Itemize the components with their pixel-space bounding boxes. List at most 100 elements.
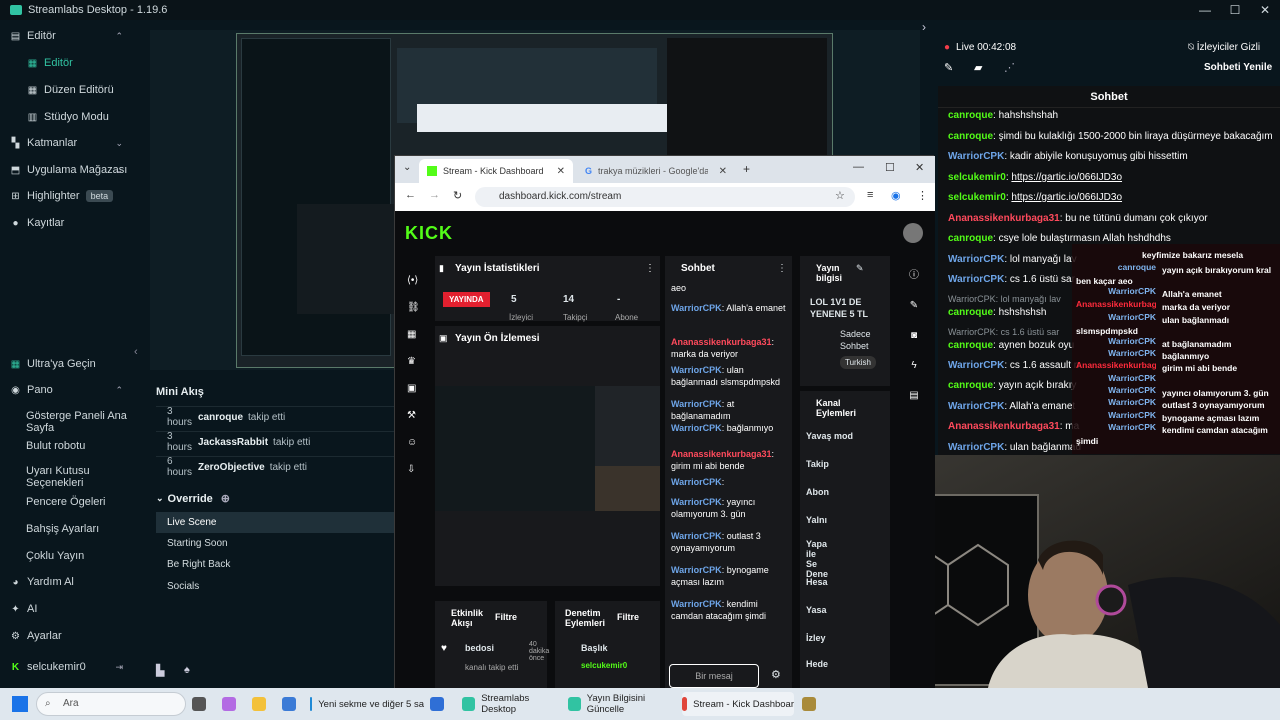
- link-icon[interactable]: ⛓: [407, 294, 420, 321]
- sidebar-item-app-store[interactable]: ⬒ Uygulama Mağazası ⌄: [0, 158, 135, 182]
- chrome-close-icon[interactable]: ✕: [915, 161, 924, 174]
- sidebar-item-editor[interactable]: ▦ Editör: [0, 51, 135, 75]
- slow-mode-toggle[interactable]: Yavaş mod: [806, 431, 853, 441]
- chat-link[interactable]: https://gartic.io/066IJD3o: [1011, 192, 1122, 203]
- gear-icon[interactable]: ⚙: [771, 668, 781, 681]
- kick-chat-username[interactable]: WarriorCPK: [671, 365, 722, 375]
- tab-kick-dashboard[interactable]: Stream - Kick Dashboard ✕: [419, 159, 573, 183]
- lightning-icon[interactable]: ϟ: [902, 351, 926, 381]
- sidebar-item-ultra[interactable]: ▦ Ultra'ya Geçin: [0, 352, 135, 376]
- scene-item[interactable]: Socials: [156, 576, 396, 597]
- sidebar-item-recordings[interactable]: ● Kayıtlar: [0, 211, 135, 235]
- sidebar-item-highlighter[interactable]: ⊞ Highlighter beta: [0, 184, 135, 208]
- forward-icon[interactable]: →: [429, 189, 440, 201]
- tab-search-icon[interactable]: ⌄: [403, 162, 411, 173]
- sidebar-item-multistream[interactable]: Çoklu Yayın: [0, 544, 135, 568]
- chat-username[interactable]: canroque: [948, 380, 993, 391]
- sidebar-item-studio-mode[interactable]: ▥ Stüdyo Modu: [0, 105, 135, 129]
- chat-username[interactable]: WarriorCPK: [948, 254, 1004, 265]
- wrench-icon[interactable]: ⚒: [407, 402, 420, 429]
- kick-chat-username[interactable]: WarriorCPK: [671, 497, 722, 507]
- activity-filter-button[interactable]: Filtre: [495, 612, 517, 622]
- profile-icon[interactable]: ◉: [891, 189, 901, 202]
- tab-google-search[interactable]: G trakya müzikleri - Google'da Ara ✕: [577, 159, 735, 183]
- logout-icon[interactable]: ⇥: [115, 662, 123, 673]
- media-control-icon[interactable]: ≡: [867, 189, 873, 201]
- sidebar-item-dashboard-home[interactable]: Gösterge Paneli Ana Sayfa: [0, 408, 135, 436]
- address-bar[interactable]: dashboard.kick.com/stream: [475, 187, 855, 207]
- close-tab-icon[interactable]: ✕: [719, 166, 727, 177]
- chat-username[interactable]: selcukemir0: [948, 192, 1006, 203]
- chat-username[interactable]: Ananassikenkurbaga31: [948, 421, 1060, 432]
- kick-chat-username[interactable]: WarriorCPK: [671, 565, 722, 575]
- sidebar-item-editor-section[interactable]: ▤ Editör ⌃: [0, 24, 135, 48]
- kick-chat-username[interactable]: WarriorCPK: [671, 423, 722, 433]
- chat-username[interactable]: canroque: [948, 307, 993, 318]
- sidebar-item-themes[interactable]: ▚ Katmanlar ⌄: [0, 131, 135, 155]
- kick-chat-username[interactable]: Ananassikenkurbaga31: [671, 337, 772, 347]
- kick-chat-input[interactable]: Bir mesaj: [669, 664, 759, 688]
- bell-icon[interactable]: ♠: [184, 664, 190, 676]
- kick-chat-username[interactable]: Ananassikenkurbaga31: [671, 449, 772, 459]
- close-button[interactable]: ✕: [1250, 0, 1280, 20]
- sidebar-item-cloudbot[interactable]: Bulut robotu: [0, 434, 135, 458]
- copilot-icon[interactable]: [222, 692, 242, 716]
- sidebar-item-layout-editor[interactable]: ▦ Düzen Editörü: [0, 78, 135, 102]
- pencil-icon[interactable]: ✎: [902, 291, 926, 321]
- more-icon[interactable]: ⋮: [645, 263, 655, 274]
- sidebar-account[interactable]: Kselcukemir0 ⇥: [0, 655, 135, 679]
- collapse-right-icon[interactable]: ›: [922, 20, 934, 34]
- refresh-chat-button[interactable]: Sohbeti Yenile: [1204, 62, 1272, 73]
- maximize-button[interactable]: ☐: [1220, 0, 1250, 20]
- analytics-icon[interactable]: ▦: [407, 321, 420, 348]
- chat-username[interactable]: WarriorCPK: [948, 442, 1004, 453]
- chat-username[interactable]: canroque: [948, 110, 993, 121]
- kick-chat-username[interactable]: WarriorCPK: [671, 303, 722, 313]
- chat-username[interactable]: WarriorCPK: [948, 151, 1004, 162]
- moderation-filter-button[interactable]: Filtre: [617, 612, 639, 622]
- taskbar-app-edge[interactable]: Yeni sekme ve diğer 5 sa: [310, 692, 424, 716]
- sidebar-item-alertbox[interactable]: Uyarı Kutusu Seçenekleri: [0, 463, 135, 491]
- chat-username[interactable]: canroque: [948, 131, 993, 142]
- store-icon[interactable]: [282, 692, 302, 716]
- viewers-hidden-toggle[interactable]: ⍉ İzleyiciler Gizli: [1188, 42, 1260, 53]
- users-icon[interactable]: ☺: [407, 429, 420, 456]
- sidebar-item-ai[interactable]: ✦ AI: [0, 597, 135, 621]
- taskbar-app-update-info[interactable]: Yayın Bilgisini Güncelle: [568, 692, 676, 716]
- notes-icon[interactable]: ▤: [902, 381, 926, 411]
- edit-info-icon[interactable]: ✎: [856, 263, 864, 274]
- stream-preview-video[interactable]: [435, 386, 660, 511]
- kick-chat-username[interactable]: WarriorCPK: [671, 477, 722, 487]
- chat-username[interactable]: WarriorCPK: [948, 274, 1004, 285]
- trophy-icon[interactable]: ♛: [407, 348, 420, 375]
- share-icon[interactable]: ⋰: [1004, 61, 1015, 74]
- stream-icon[interactable]: ⟨•⟩: [407, 267, 420, 294]
- info-icon[interactable]: ⓘ: [902, 261, 926, 291]
- stats-icon[interactable]: ▙: [156, 664, 164, 677]
- chat-username[interactable]: WarriorCPK: [948, 360, 1004, 371]
- kick-chat-username[interactable]: WarriorCPK: [671, 399, 722, 409]
- close-tab-icon[interactable]: ✕: [557, 166, 565, 177]
- kick-chat-username[interactable]: WarriorCPK: [671, 599, 722, 609]
- scene-item[interactable]: Live Scene: [156, 512, 396, 533]
- league-icon[interactable]: [802, 692, 822, 716]
- bookmark-star-icon[interactable]: ☆: [835, 189, 845, 202]
- windows-start-icon[interactable]: [12, 696, 28, 712]
- download-icon[interactable]: ⇩: [407, 456, 420, 483]
- chat-username[interactable]: WarriorCPK: [948, 401, 1004, 412]
- edit-icon[interactable]: ✎: [944, 61, 953, 74]
- sidebar-item-settings[interactable]: ⚙ Ayarlar: [0, 624, 135, 648]
- new-tab-icon[interactable]: +: [743, 162, 750, 176]
- avatar[interactable]: [903, 223, 923, 243]
- task-view-icon[interactable]: [192, 692, 212, 716]
- scene-item[interactable]: Starting Soon: [156, 533, 396, 554]
- chrome-menu-icon[interactable]: ⋮: [917, 189, 928, 202]
- chat-username[interactable]: Ananassikenkurbaga31: [948, 213, 1060, 224]
- kick-chat-username[interactable]: WarriorCPK: [671, 531, 722, 541]
- collapse-left-icon[interactable]: ‹: [134, 346, 146, 360]
- chat-username[interactable]: selcukemir0: [948, 172, 1006, 183]
- taskbar-app-chrome[interactable]: Stream - Kick Dashboar: [682, 692, 794, 716]
- scene-collection-header[interactable]: ⌄ Override ⊕: [156, 492, 230, 506]
- taskbar-app-streamlabs[interactable]: Streamlabs Desktop: [462, 692, 562, 716]
- video-icon[interactable]: ▣: [407, 375, 420, 402]
